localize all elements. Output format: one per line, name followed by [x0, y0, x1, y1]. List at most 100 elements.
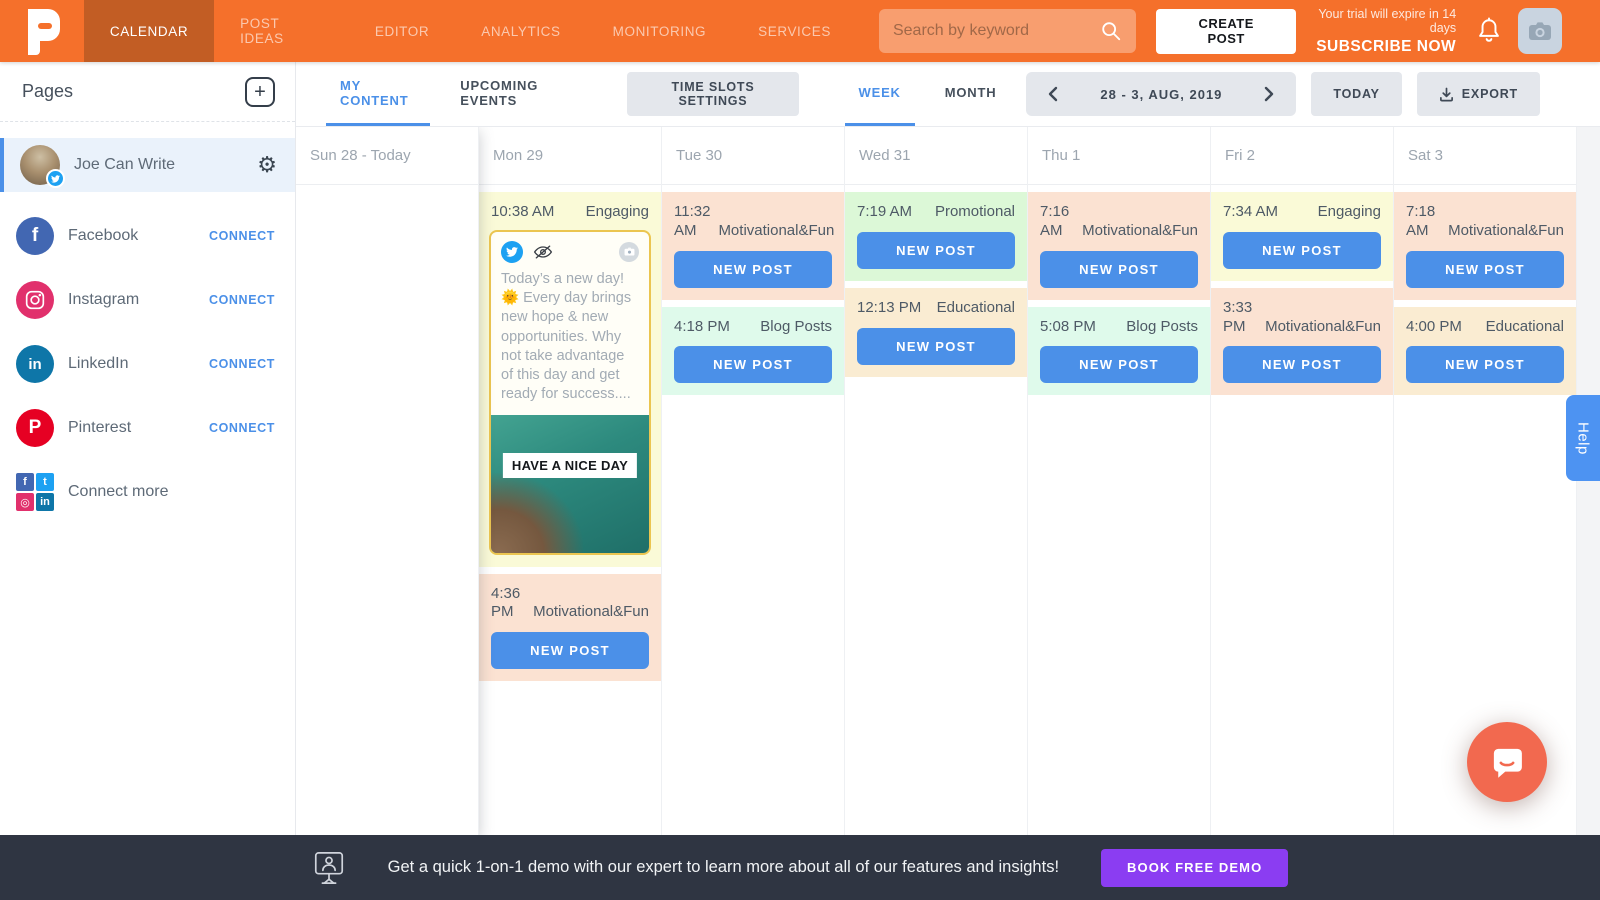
- slot-header: 7:19 AM Promotional: [845, 192, 1027, 222]
- day-body: 7:16 AM Motivational&Fun NEW POST 5:08 P…: [1028, 185, 1210, 835]
- tab-upcoming-events[interactable]: UPCOMING EVENTS: [446, 62, 587, 126]
- search-input[interactable]: [893, 22, 1100, 40]
- next-week-button[interactable]: [1250, 72, 1288, 116]
- nav-item-post-ideas[interactable]: POST IDEAS: [214, 0, 349, 62]
- calendar-day-column: Tue 30 11:32 AM Motivational&Fun NEW POS…: [662, 127, 845, 835]
- connect-more-row[interactable]: ft ◎in Connect more: [0, 460, 295, 524]
- new-post-button[interactable]: NEW POST: [857, 328, 1015, 365]
- bell-icon: [1476, 17, 1502, 45]
- export-button[interactable]: EXPORT: [1417, 72, 1540, 116]
- calendar-week-grid: Sun 28 - Today Mon 29 10:38 AM Engaging: [296, 127, 1577, 835]
- day-header: Sun 28 - Today: [296, 127, 478, 185]
- view-tab-week[interactable]: WEEK: [845, 62, 915, 126]
- slot-category: Blog Posts: [760, 318, 832, 337]
- create-post-button[interactable]: CREATE POST: [1156, 9, 1296, 54]
- tab-my-content[interactable]: MY CONTENT: [326, 62, 430, 126]
- day-body: [296, 185, 478, 835]
- new-post-button[interactable]: NEW POST: [1223, 232, 1381, 269]
- top-navbar: CALENDAR POST IDEAS EDITOR ANALYTICS MON…: [0, 0, 1600, 62]
- day-body: 7:34 AM Engaging NEW POST 3:33 PM Motiva…: [1211, 185, 1393, 835]
- slot-header: 12:13 PM Educational: [845, 288, 1027, 318]
- nav-item-monitoring[interactable]: MONITORING: [587, 0, 733, 62]
- subscribe-now-link[interactable]: SUBSCRIBE NOW: [1296, 38, 1456, 56]
- slot-time: 4:00 PM: [1406, 318, 1470, 337]
- sidebar-account-joe-can-write[interactable]: Joe Can Write ⚙: [0, 138, 295, 192]
- slot-time: 5:08 PM: [1040, 318, 1104, 337]
- day-header: Fri 2: [1211, 127, 1393, 185]
- app-logo[interactable]: [0, 0, 84, 62]
- calendar-day-column: Fri 2 7:34 AM Engaging NEW POST 3:33 PM …: [1211, 127, 1394, 835]
- calendar-day-column: Wed 31 7:19 AM Promotional NEW POST 12:1…: [845, 127, 1028, 835]
- slot-header: 7:18 AM Motivational&Fun: [1394, 192, 1576, 241]
- connect-instagram-link[interactable]: CONNECT: [209, 293, 275, 307]
- new-post-button[interactable]: NEW POST: [1223, 346, 1381, 383]
- help-tab-label: Help: [1575, 422, 1592, 455]
- trial-subscribe-block[interactable]: Your trial will expire in 14 days SUBSCR…: [1296, 7, 1456, 56]
- slot-header: 5:08 PM Blog Posts: [1028, 307, 1210, 337]
- help-tab[interactable]: Help: [1566, 395, 1600, 481]
- slot-category: Promotional: [935, 203, 1015, 222]
- slot-header: 7:34 AM Engaging: [1211, 192, 1393, 222]
- slot-category: Motivational&Fun: [533, 603, 649, 622]
- view-tab-month[interactable]: MONTH: [931, 62, 1011, 126]
- post-preview[interactable]: Today’s a new day! 🌞 Every day brings ne…: [489, 230, 651, 555]
- connect-linkedin-link[interactable]: CONNECT: [209, 357, 275, 371]
- slot-category: Motivational&Fun: [1448, 222, 1564, 241]
- channel-name: Facebook: [68, 227, 209, 245]
- demo-presenter-icon: [312, 850, 346, 886]
- calendar-day-column: Sun 28 - Today: [296, 127, 479, 835]
- book-free-demo-button[interactable]: BOOK FREE DEMO: [1101, 849, 1288, 887]
- sidebar-header: Pages +: [0, 62, 295, 122]
- new-post-button[interactable]: NEW POST: [674, 251, 832, 288]
- search-icon: [1100, 20, 1122, 42]
- channel-list: f Facebook CONNECT Instagram CONNECT in …: [0, 192, 295, 524]
- day-header: Tue 30: [662, 127, 844, 185]
- slot-category: Engaging: [586, 203, 649, 222]
- new-post-button[interactable]: NEW POST: [1040, 251, 1198, 288]
- connect-facebook-link[interactable]: CONNECT: [209, 229, 275, 243]
- slot-header: 4:18 PM Blog Posts: [662, 307, 844, 337]
- day-body: 7:19 AM Promotional NEW POST 12:13 PM Ed…: [845, 185, 1027, 835]
- new-post-button[interactable]: NEW POST: [857, 232, 1015, 269]
- time-slots-settings-button[interactable]: TIME SLOTS SETTINGS: [627, 72, 798, 116]
- slot-header: 11:32 AM Motivational&Fun: [662, 192, 844, 241]
- media-attachment-camera-icon: [619, 242, 639, 262]
- camera-icon: [1528, 21, 1552, 41]
- post-preview-icons: [491, 232, 649, 265]
- demo-banner: Get a quick 1-on-1 demo with our expert …: [0, 835, 1600, 900]
- nav-item-editor[interactable]: EDITOR: [349, 0, 455, 62]
- notifications-bell-button[interactable]: [1476, 17, 1502, 45]
- chat-widget-button[interactable]: [1467, 722, 1547, 802]
- post-text: Today’s a new day! 🌞 Every day brings ne…: [491, 265, 649, 415]
- nav-item-calendar[interactable]: CALENDAR: [84, 0, 214, 62]
- eye-off-icon: [533, 244, 553, 260]
- time-slot-card: 7:34 AM Engaging NEW POST: [1211, 192, 1393, 281]
- chevron-right-icon: [1264, 86, 1274, 102]
- slot-category: Motivational&Fun: [1082, 222, 1198, 241]
- new-post-button[interactable]: NEW POST: [1406, 346, 1564, 383]
- day-header: Wed 31: [845, 127, 1027, 185]
- prev-week-button[interactable]: [1034, 72, 1072, 116]
- time-slot-card: 12:13 PM Educational NEW POST: [845, 288, 1027, 377]
- add-page-button[interactable]: +: [245, 77, 275, 107]
- connect-pinterest-link[interactable]: CONNECT: [209, 421, 275, 435]
- channel-row-facebook: f Facebook CONNECT: [0, 204, 295, 268]
- calendar-day-column: Mon 29 10:38 AM Engaging Today’s a new: [479, 127, 662, 835]
- twitter-icon: [501, 241, 523, 263]
- new-post-button[interactable]: NEW POST: [674, 346, 832, 383]
- new-post-button[interactable]: NEW POST: [491, 632, 649, 669]
- trial-expire-text: Your trial will expire in 14 days: [1296, 7, 1456, 35]
- gear-icon[interactable]: ⚙: [257, 153, 277, 178]
- new-post-button[interactable]: NEW POST: [1040, 346, 1198, 383]
- today-button[interactable]: TODAY: [1311, 72, 1401, 116]
- post-image-caption: HAVE A NICE DAY: [503, 453, 637, 478]
- promorepublic-logo-icon: [22, 7, 62, 55]
- pages-sidebar: Pages + Joe Can Write ⚙ f Facebook CONNE…: [0, 62, 296, 835]
- channel-row-instagram: Instagram CONNECT: [0, 268, 295, 332]
- nav-item-analytics[interactable]: ANALYTICS: [455, 0, 586, 62]
- nav-item-services[interactable]: SERVICES: [732, 0, 857, 62]
- new-post-button[interactable]: NEW POST: [1406, 251, 1564, 288]
- calendar-toolbar: MY CONTENT UPCOMING EVENTS TIME SLOTS SE…: [296, 62, 1600, 127]
- pinterest-icon: P: [16, 409, 54, 447]
- media-camera-button[interactable]: [1518, 8, 1562, 54]
